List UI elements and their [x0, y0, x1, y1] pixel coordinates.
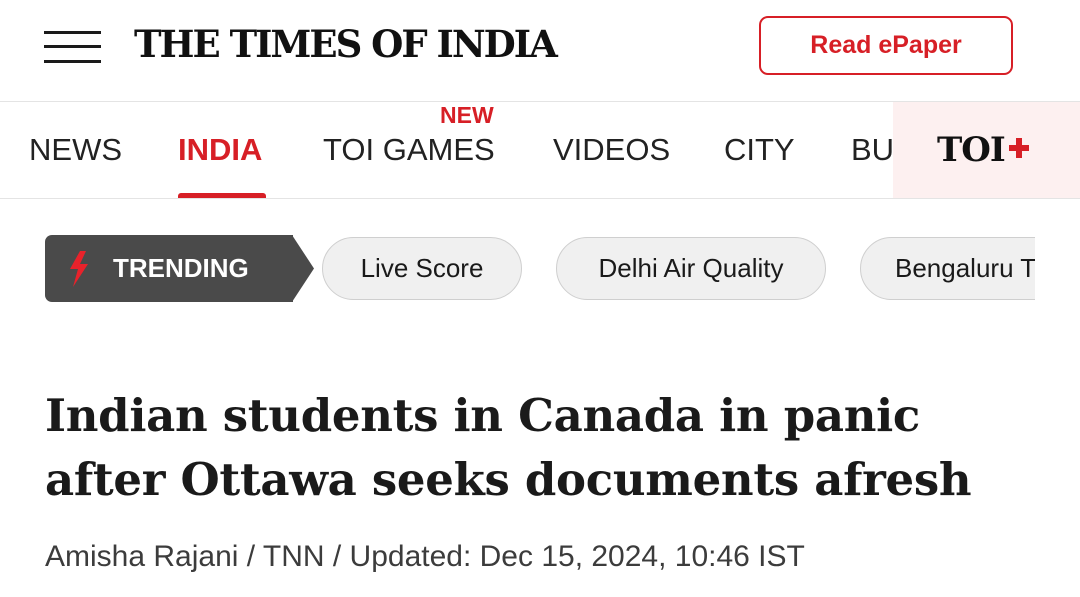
nav-item-india[interactable]: INDIA [178, 132, 262, 168]
trending-bar: TRENDING Live Score Delhi Air Quality Be… [45, 235, 1035, 302]
site-header: THE TIMES OF INDIA Read ePaper [0, 0, 1080, 102]
site-logo[interactable]: THE TIMES OF INDIA [134, 22, 558, 66]
article-byline: Amisha Rajani / TNN / Updated: Dec 15, 2… [45, 540, 805, 573]
toi-plus-button[interactable]: TOI [893, 102, 1080, 198]
trending-pill-live-score[interactable]: Live Score [322, 237, 522, 300]
nav-item-news[interactable]: NEWS [29, 132, 122, 168]
toi-plus-label: TOI [937, 130, 1006, 170]
trending-text: TRENDING [113, 253, 249, 283]
nav-item-business[interactable]: BU [851, 132, 894, 168]
article-headline: Indian students in Canada in panic after… [45, 389, 972, 506]
read-epaper-button[interactable]: Read ePaper [759, 16, 1013, 75]
nav-item-city[interactable]: CITY [724, 132, 795, 168]
new-badge: NEW [440, 102, 494, 128]
section-nav: NEWS INDIA NEW TOI GAMES VIDEOS CITY BU … [0, 102, 1080, 199]
nav-item-videos[interactable]: VIDEOS [553, 132, 670, 168]
trending-pill-bengaluru[interactable]: Bengaluru T [860, 237, 1035, 300]
trending-pill-delhi-air-quality[interactable]: Delhi Air Quality [556, 237, 826, 300]
trending-arrow [292, 235, 314, 302]
active-tab-indicator [178, 193, 266, 198]
plus-icon [1008, 138, 1029, 158]
menu-icon[interactable] [44, 30, 101, 64]
nav-item-toi-games[interactable]: TOI GAMES [323, 132, 495, 168]
trending-label: TRENDING [45, 235, 293, 302]
lightning-icon [70, 251, 88, 287]
